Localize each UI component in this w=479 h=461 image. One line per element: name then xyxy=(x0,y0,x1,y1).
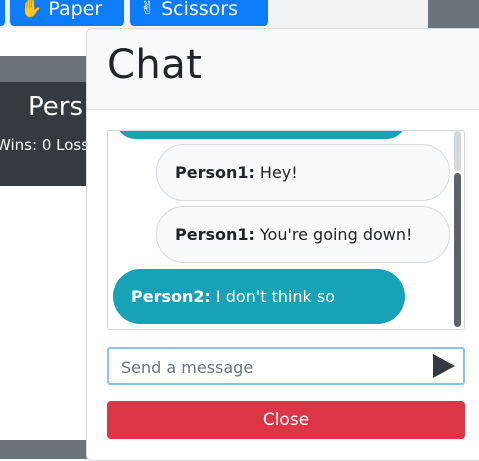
chat-messages[interactable]: Person1: Hey! Person1: You're going down… xyxy=(107,130,465,330)
chat-message: Person1: Hey! xyxy=(156,144,450,201)
message-text: Hey! xyxy=(259,163,298,182)
card-header-band xyxy=(0,56,90,82)
message-input[interactable] xyxy=(119,349,423,385)
top-bar-dark-block xyxy=(428,0,479,28)
message-sender: Person1: xyxy=(175,225,255,244)
paper-button-label: Paper xyxy=(48,0,103,20)
player-stats: Wins: 0 Loss xyxy=(0,136,90,154)
scissors-button-label: Scissors xyxy=(161,0,239,20)
scrollbar-thumb[interactable] xyxy=(454,173,461,327)
rock-button[interactable] xyxy=(0,0,5,26)
hand-scissors-icon: ✌ xyxy=(140,0,156,19)
send-triangle-icon[interactable] xyxy=(433,354,455,378)
modal-header: Chat xyxy=(87,29,479,110)
message-sender: Person1: xyxy=(175,163,255,182)
chat-message xyxy=(116,131,406,139)
player-card: Pers Wins: 0 Loss xyxy=(0,82,90,186)
scrollbar-track-top xyxy=(454,131,461,171)
paper-button[interactable]: ✋ Paper xyxy=(10,0,124,26)
chat-scrollbar[interactable] xyxy=(452,131,464,329)
message-text: I don't think so xyxy=(215,287,336,306)
chat-modal: Chat Person1: Hey! Person1: You're going… xyxy=(86,28,479,461)
player-name: Pers xyxy=(28,92,83,122)
chat-message: Person1: You're going down! xyxy=(156,206,450,263)
message-sender: Person2: xyxy=(131,287,211,306)
modal-title: Chat xyxy=(107,42,203,88)
message-input-group xyxy=(107,347,465,385)
scissors-button[interactable]: ✌ Scissors xyxy=(130,0,268,26)
chat-message: Person2: I don't think so xyxy=(113,269,405,324)
message-text: You're going down! xyxy=(259,225,413,244)
hand-paper-icon: ✋ xyxy=(20,0,43,19)
close-button[interactable]: Close xyxy=(107,401,465,439)
